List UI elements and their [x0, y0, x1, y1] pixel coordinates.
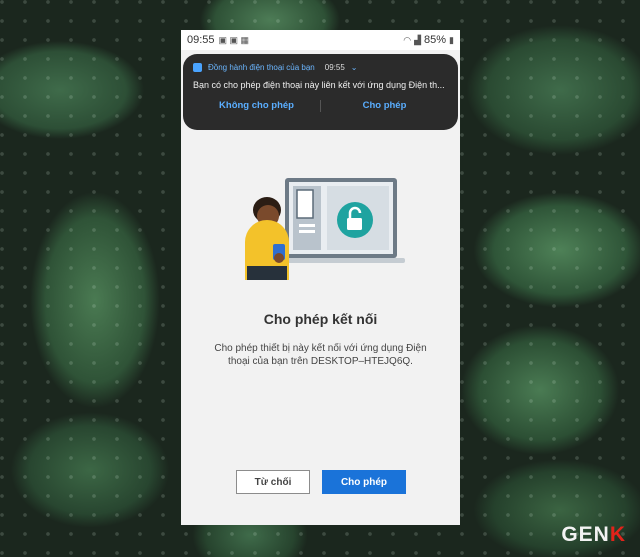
battery-icon: ▮ [449, 34, 454, 45]
notification-card[interactable]: Đồng hành điện thoại của bạn 09:55 ⌄ Bạn… [183, 54, 458, 130]
notification-allow-button[interactable]: Cho phép [321, 100, 448, 112]
notification-icons: ▣ ▣ ▦ [218, 34, 250, 45]
dialog-description: Cho phép thiết bị này kết nối với ứng dụ… [214, 343, 427, 367]
genk-watermark: GENK [561, 523, 626, 547]
wifi-icon: ◠ [403, 34, 412, 45]
allow-button[interactable]: Cho phép [322, 470, 406, 494]
dialog-title: Cho phép kết nối [263, 311, 378, 327]
chevron-down-icon[interactable]: ⌄ [351, 63, 358, 72]
notification-deny-button[interactable]: Không cho phép [193, 100, 320, 112]
status-bar: 09:55 ▣ ▣ ▦ ◠ ▟ 85% ▮ [181, 30, 460, 50]
battery-level: 85% [424, 34, 447, 46]
watermark-text: GEN [561, 523, 610, 546]
notification-app-name: Đồng hành điện thoại của bạn [208, 63, 315, 72]
signal-icon: ▟ [414, 34, 422, 45]
watermark-accent: K [609, 523, 626, 546]
app-icon [193, 63, 202, 72]
phone-screen: 09:55 ▣ ▣ ▦ ◠ ▟ 85% ▮ Đồng hành điện tho… [181, 30, 460, 525]
deny-button[interactable]: Từ chối [236, 470, 310, 494]
status-time: 09:55 [187, 34, 215, 46]
connection-illustration [245, 178, 405, 280]
notification-time: 09:55 [324, 63, 345, 72]
notification-message: Bạn có cho phép điện thoại này liên kết … [193, 80, 445, 90]
